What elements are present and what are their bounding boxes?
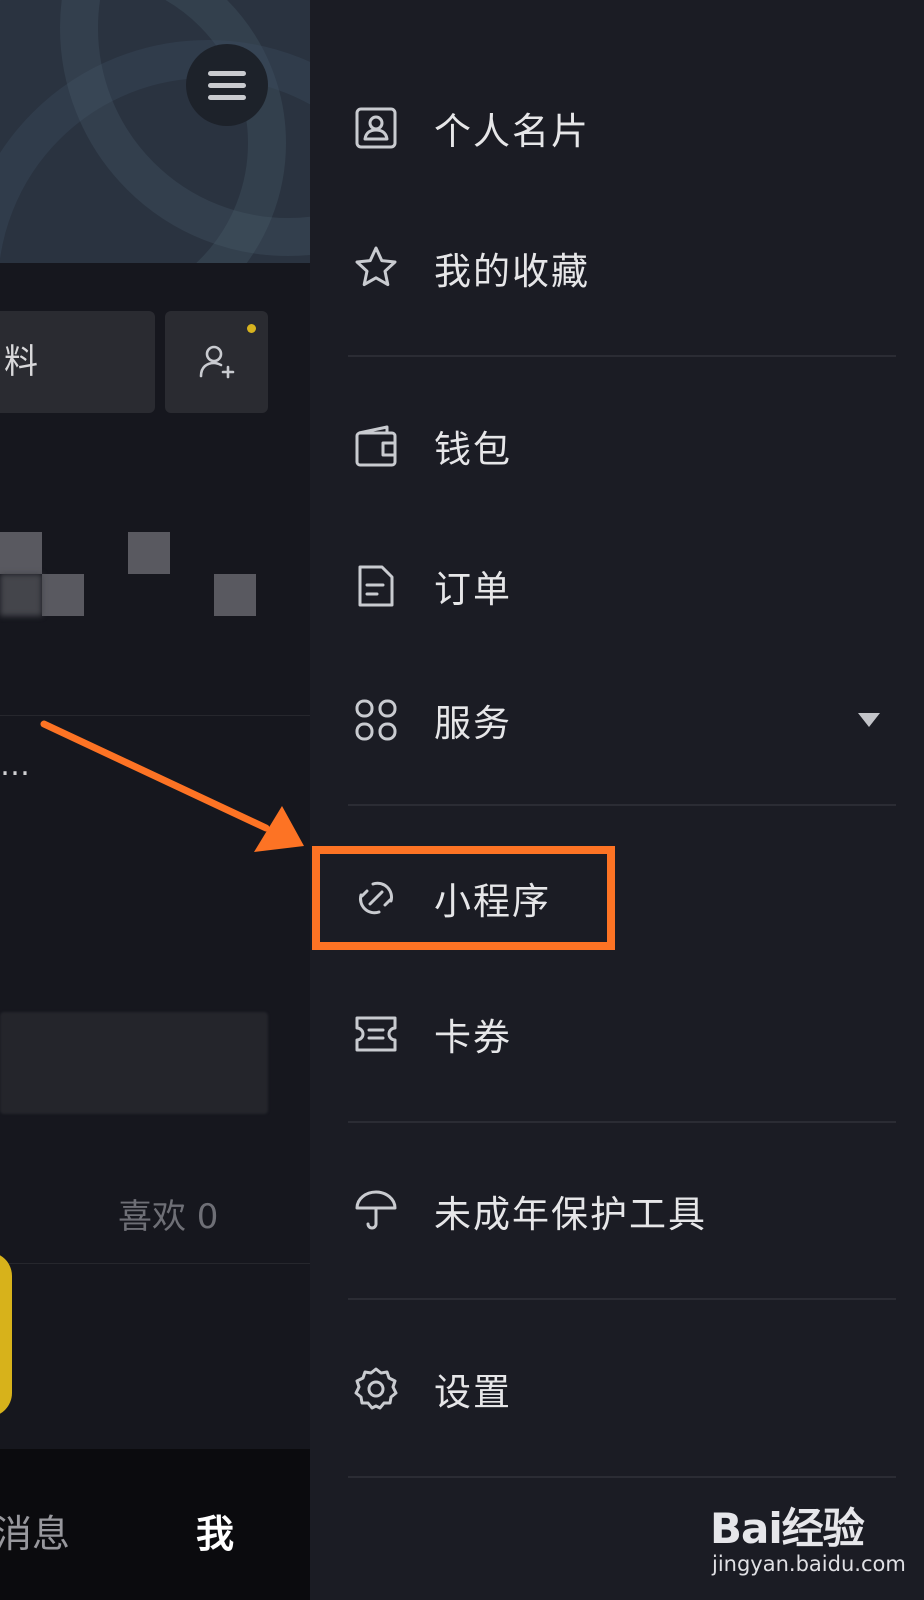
highlight-box [312,846,615,950]
watermark-logo-text: Bai经验 [710,1504,865,1553]
watermark-logo: Bai经验 [710,1495,865,1556]
watermark-url: jingyan.baidu.com [712,1552,906,1576]
annotation-arrow [40,720,304,852]
baidu-jingyan-watermark: Bai经验 jingyan.baidu.com [710,1495,910,1585]
